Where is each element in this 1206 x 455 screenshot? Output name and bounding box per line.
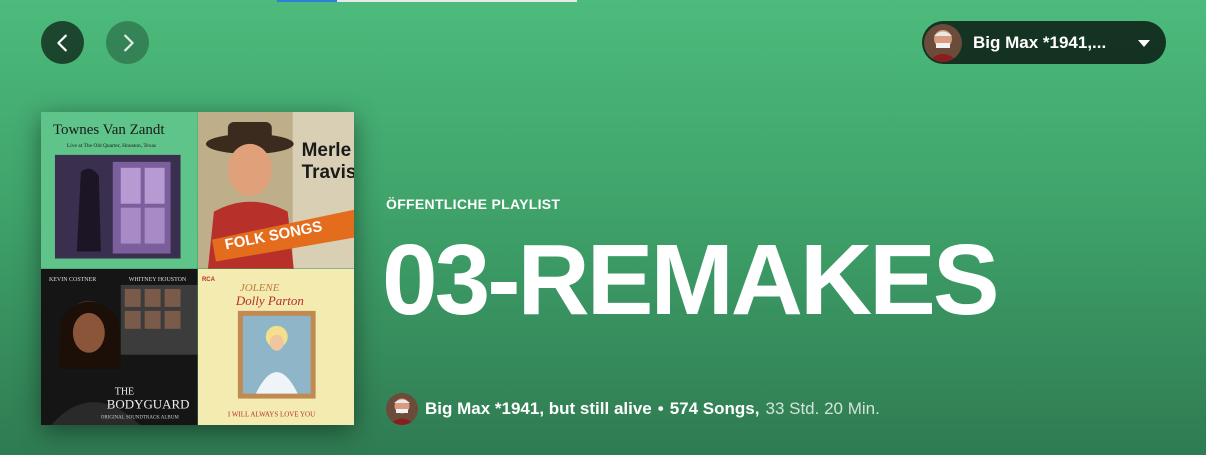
cover-tile-merle-travis: Merle Travis FOLK SONGS bbox=[197, 112, 354, 269]
svg-text:KEVIN COSTNER: KEVIN COSTNER bbox=[49, 276, 96, 282]
page-title: 03-REMAKES bbox=[382, 224, 1000, 336]
playlist-cover: Townes Van Zandt Live at The Old Quarter… bbox=[41, 112, 354, 425]
svg-text:Townes Van Zandt: Townes Van Zandt bbox=[53, 122, 165, 138]
svg-text:Merle: Merle bbox=[301, 140, 350, 161]
svg-text:BODYGUARD: BODYGUARD bbox=[107, 396, 190, 411]
cover-tile-townes-van-zandt: Townes Van Zandt Live at The Old Quarter… bbox=[41, 112, 198, 269]
top-loading-strip bbox=[277, 0, 577, 2]
user-name: Big Max *1941,... bbox=[973, 32, 1107, 52]
chevron-left-icon bbox=[56, 34, 67, 51]
playlist-type-label: ÖFFENTLICHE PLAYLIST bbox=[386, 196, 561, 212]
caret-down-icon bbox=[1138, 39, 1150, 47]
avatar bbox=[924, 23, 962, 62]
meta-separator: • bbox=[657, 399, 664, 418]
playlist-meta: Big Max *1941, but still alive • 574 Son… bbox=[386, 393, 880, 425]
svg-text:WHITNEY HOUSTON: WHITNEY HOUSTON bbox=[129, 276, 187, 282]
svg-text:RCA: RCA bbox=[201, 276, 215, 282]
forward-button[interactable] bbox=[106, 21, 149, 64]
svg-text:ORIGINAL SOUNDTRACK ALBUM: ORIGINAL SOUNDTRACK ALBUM bbox=[101, 415, 180, 420]
svg-text:Travis: Travis bbox=[301, 162, 354, 183]
song-count: 574 Songs, bbox=[669, 399, 760, 418]
svg-text:Live at The Old Quarter, Houst: Live at The Old Quarter, Houston, Texas bbox=[67, 143, 156, 149]
owner-avatar bbox=[386, 393, 418, 425]
back-button[interactable] bbox=[41, 21, 84, 64]
svg-text:Dolly Parton: Dolly Parton bbox=[234, 292, 303, 307]
user-menu-button[interactable]: Big Max *1941,... bbox=[922, 21, 1166, 64]
cover-tile-the-bodyguard: KEVIN COSTNER WHITNEY HOUSTON THE BODYGU… bbox=[41, 268, 198, 425]
owner-link[interactable]: Big Max *1941, but still alive bbox=[425, 399, 652, 419]
svg-text:I WILL ALWAYS LOVE YOU: I WILL ALWAYS LOVE YOU bbox=[227, 410, 314, 418]
playlist-duration: 33 Std. 20 Min. bbox=[765, 399, 880, 418]
chevron-right-icon bbox=[123, 34, 134, 51]
cover-tile-jolene-dolly-parton: RCA JOLENE Dolly Parton I WILL ALWAYS LO… bbox=[197, 268, 354, 425]
